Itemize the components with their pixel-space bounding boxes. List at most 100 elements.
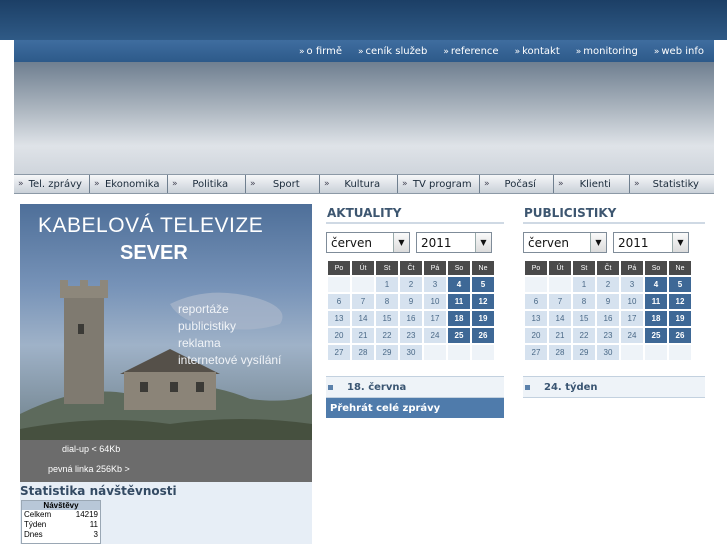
double-chevron-icon: » <box>443 46 449 57</box>
calendar-day[interactable]: 25 <box>645 328 667 343</box>
calendar-day[interactable]: 26 <box>472 328 494 343</box>
calendar-day: 20 <box>328 328 350 343</box>
calendar-day: 1 <box>376 277 398 292</box>
counter-row: Dnes 3 <box>24 530 98 539</box>
calendar-day: 28 <box>352 345 374 360</box>
play-full-news-button[interactable]: Přehrát celé zprávy <box>326 398 504 418</box>
calendar-weekday: Ne <box>669 261 691 275</box>
promo-image: KABELOVÁ TELEVIZE SEVER reportáže public… <box>20 204 312 440</box>
calendar-week-row: 20 21 22 23 24 25 26 <box>525 328 691 343</box>
nav-o-firme[interactable]: » o firmě <box>299 46 342 57</box>
calendar-week-row: 13 14 15 16 17 18 19 <box>525 311 691 326</box>
double-chevron-icon: » <box>558 179 564 189</box>
calendar-weekday: St <box>573 261 595 275</box>
tab-klienti[interactable]: » Klienti <box>554 175 630 193</box>
nav-web-info[interactable]: » web info <box>654 46 704 57</box>
double-chevron-icon: » <box>514 46 521 57</box>
tab-tel-zpravy[interactable]: » Tel. zprávy <box>14 175 90 193</box>
header-banner <box>14 62 714 174</box>
calendar-day: 16 <box>400 311 422 326</box>
calendar-empty-cell <box>621 345 643 360</box>
calendar-day: 30 <box>400 345 422 360</box>
calendar-day: 13 <box>328 311 350 326</box>
tab-politika[interactable]: » Politika <box>168 175 246 193</box>
publicistiky-date-label: 24. týden <box>544 381 598 393</box>
promo-tagline: reportáže <box>178 302 229 316</box>
calendar-day[interactable]: 18 <box>645 311 667 326</box>
calendar-day[interactable]: 19 <box>669 311 691 326</box>
publicistiky-date-bar: 24. týden <box>523 376 705 398</box>
aktuality-month-select[interactable]: červen ▼ <box>326 232 410 253</box>
tab-kultura[interactable]: » Kultura <box>320 175 398 193</box>
nav-cenik-sluzeb[interactable]: » ceník služeb <box>358 46 427 57</box>
calendar-weekday-row: Po Út St Čt Pá So Ne <box>525 261 691 275</box>
calendar-week-row: 6 7 8 9 10 11 12 <box>525 294 691 309</box>
double-chevron-icon: » <box>634 179 640 189</box>
visit-statistics: Statistika návštěvnosti Návštěvy Celkem 1… <box>20 482 312 544</box>
dropdown-arrow-icon: ▼ <box>590 233 606 252</box>
calendar-day: 7 <box>549 294 571 309</box>
heading-underline <box>326 222 504 224</box>
calendar-day[interactable]: 5 <box>472 277 494 292</box>
tab-tv-program[interactable]: » TV program <box>398 175 480 193</box>
calendar-day[interactable]: 18 <box>448 311 470 326</box>
calendar-day: 24 <box>424 328 446 343</box>
aktuality-date-bar: 18. června <box>326 376 504 398</box>
calendar-day[interactable]: 5 <box>669 277 691 292</box>
bullet-icon <box>525 384 530 390</box>
nav-reference[interactable]: » reference <box>443 46 498 57</box>
calendar-empty-cell <box>645 345 667 360</box>
visit-counter[interactable]: Návštěvy Celkem 14219 Týden 11 Dnes 3 <box>21 500 101 544</box>
calendar-weekday-row: Po Út St Čt Pá So Ne <box>328 261 494 275</box>
publicistiky-year-select[interactable]: 2011 ▼ <box>613 232 689 253</box>
calendar-weekday: Út <box>352 261 374 275</box>
calendar-week-row: 27 28 29 30 <box>328 345 494 360</box>
tab-pocasi[interactable]: » Počasí <box>480 175 554 193</box>
calendar-day: 30 <box>597 345 619 360</box>
aktuality-year-select[interactable]: 2011 ▼ <box>416 232 492 253</box>
calendar-day[interactable]: 25 <box>448 328 470 343</box>
nav-monitoring[interactable]: » monitoring <box>576 46 638 57</box>
calendar-day: 6 <box>328 294 350 309</box>
dropdown-arrow-icon: ▼ <box>393 233 409 252</box>
calendar-day[interactable]: 26 <box>669 328 691 343</box>
nav-kontakt[interactable]: » kontakt <box>515 46 560 57</box>
calendar-day: 27 <box>525 345 547 360</box>
top-background <box>0 0 727 40</box>
publicistiky-month-select[interactable]: červen ▼ <box>523 232 607 253</box>
calendar-day[interactable]: 11 <box>645 294 667 309</box>
stream-broadband-link[interactable]: pevná linka 256Kb > <box>48 464 130 474</box>
calendar-day: 9 <box>597 294 619 309</box>
tab-sport[interactable]: » Sport <box>246 175 320 193</box>
calendar-day: 2 <box>597 277 619 292</box>
calendar-day: 3 <box>424 277 446 292</box>
section-tabs: » Tel. zprávy » Ekonomika » Politika » Sport… <box>14 174 714 194</box>
double-chevron-icon: » <box>324 179 330 189</box>
calendar-empty-cell <box>472 345 494 360</box>
promo-title-line1: KABELOVÁ TELEVIZE <box>38 214 264 237</box>
calendar-day[interactable]: 19 <box>472 311 494 326</box>
calendar-day[interactable]: 11 <box>448 294 470 309</box>
calendar-day[interactable]: 12 <box>669 294 691 309</box>
counter-row: Celkem 14219 <box>24 510 98 519</box>
aktuality-column: AKTUALITY červen ▼ 2011 ▼ Po Út St Čt Pá So Ne 1… <box>326 204 504 418</box>
calendar-day[interactable]: 12 <box>472 294 494 309</box>
counter-row: Týden 11 <box>24 520 98 529</box>
calendar-week-row: 13 14 15 16 17 18 19 <box>328 311 494 326</box>
stream-dialup-link[interactable]: dial-up < 64Kb <box>62 444 120 454</box>
calendar-weekday: Čt <box>597 261 619 275</box>
dropdown-arrow-icon: ▼ <box>475 233 491 252</box>
calendar-week-row: 6 7 8 9 10 11 12 <box>328 294 494 309</box>
calendar-week-row: 12345 <box>328 277 494 292</box>
tab-ekonomika[interactable]: » Ekonomika <box>90 175 168 193</box>
page: » o firmě » ceník služeb » reference » konta… <box>14 40 714 545</box>
calendar-empty-cell <box>448 345 470 360</box>
calendar-day[interactable]: 4 <box>448 277 470 292</box>
tab-statistiky[interactable]: » Statistiky <box>630 175 714 193</box>
promo-tagline: reklama <box>178 336 221 350</box>
double-chevron-icon: » <box>94 179 100 189</box>
calendar-day: 21 <box>549 328 571 343</box>
calendar-empty-cell <box>549 277 571 292</box>
dropdown-arrow-icon: ▼ <box>672 233 688 252</box>
calendar-day[interactable]: 4 <box>645 277 667 292</box>
